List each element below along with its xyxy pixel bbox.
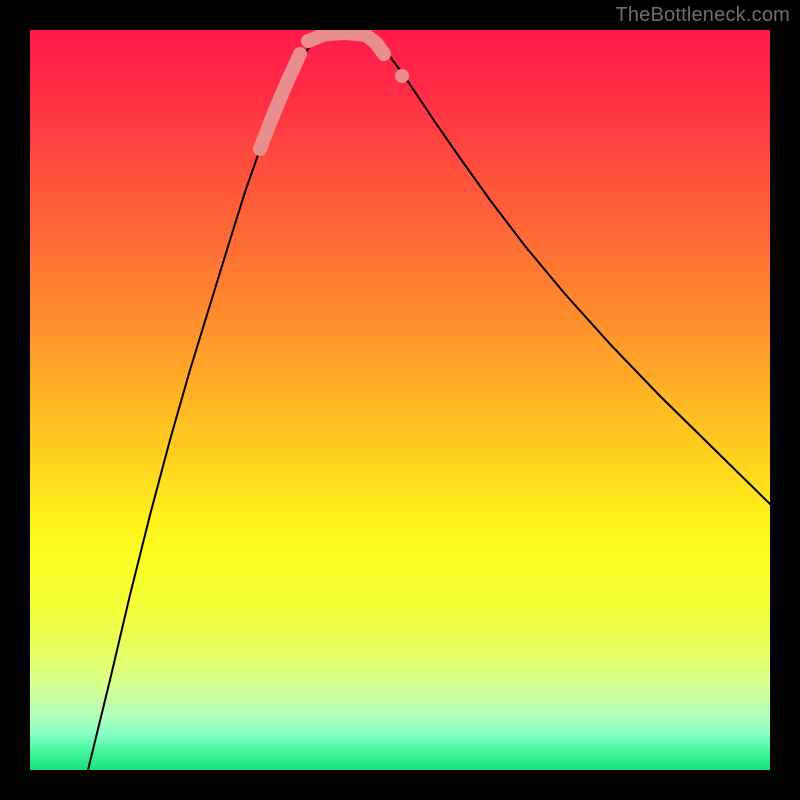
watermark-text: TheBottleneck.com (615, 4, 790, 27)
chart-plot-area (30, 30, 770, 770)
chart-svg (30, 30, 770, 770)
series-left-curve (88, 36, 320, 770)
pink-segment-left (260, 54, 300, 149)
pink-segment-bottom (308, 33, 366, 41)
pink-dot-right-2 (395, 69, 409, 83)
pink-segment-right-1 (366, 35, 384, 54)
series-layer (88, 32, 770, 770)
marker-layer (260, 33, 409, 149)
series-right-curve (370, 34, 770, 504)
